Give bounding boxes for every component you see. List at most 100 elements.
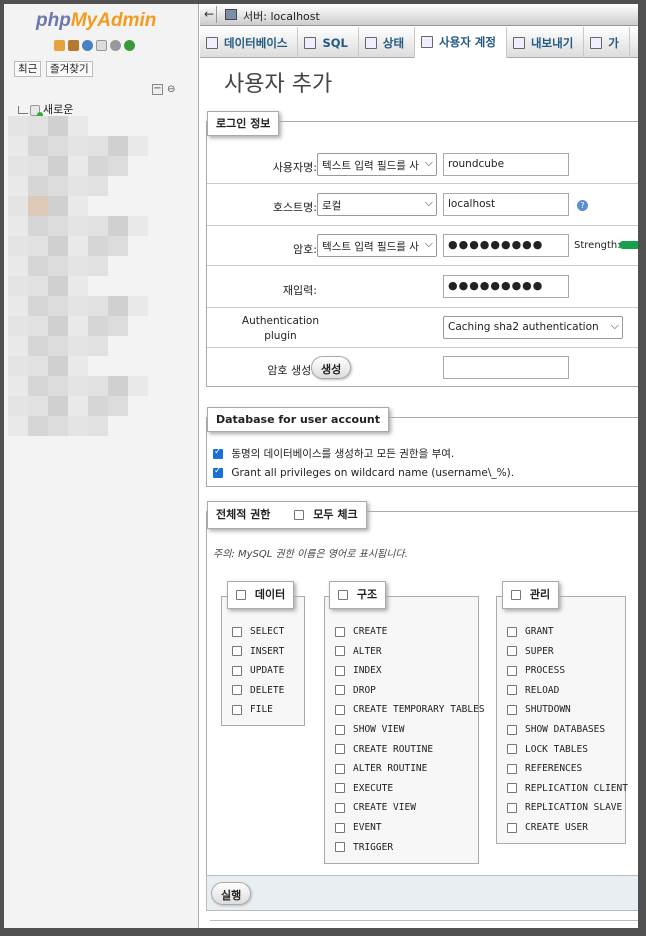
- privilege-option[interactable]: EVENT: [335, 822, 382, 833]
- home-icon[interactable]: [54, 40, 65, 51]
- privilege-option[interactable]: SELECT: [232, 626, 284, 637]
- privilege-option[interactable]: INDEX: [335, 665, 382, 676]
- docs-icon[interactable]: [96, 40, 107, 51]
- privilege-checkbox[interactable]: [507, 744, 517, 755]
- privilege-option[interactable]: SHUTDOWN: [507, 704, 571, 715]
- privilege-checkbox[interactable]: [232, 626, 242, 637]
- wildcard-grant-option[interactable]: Grant all privileges on wildcard name (u…: [213, 466, 514, 479]
- blur-tile: [108, 236, 128, 256]
- privilege-option[interactable]: RELOAD: [507, 685, 559, 696]
- privilege-checkbox[interactable]: [507, 763, 517, 774]
- privilege-checkbox[interactable]: [335, 783, 345, 794]
- privilege-checkbox[interactable]: [507, 724, 517, 735]
- privilege-checkbox[interactable]: [335, 744, 345, 755]
- privilege-checkbox[interactable]: [335, 822, 345, 833]
- generated-password-input[interactable]: [443, 356, 569, 379]
- privilege-option[interactable]: CREATE VIEW: [335, 802, 416, 813]
- execute-button[interactable]: 실행: [211, 882, 252, 905]
- collapse-all-icon[interactable]: −: [152, 84, 163, 95]
- privilege-option[interactable]: TRIGGER: [335, 842, 393, 853]
- username-input[interactable]: roundcube: [443, 153, 569, 176]
- host-input[interactable]: localhost: [443, 193, 569, 216]
- create-db-checkbox[interactable]: [213, 447, 223, 459]
- privilege-option[interactable]: DROP: [335, 685, 376, 696]
- password-type-select[interactable]: 텍스트 입력 필드를 사: [317, 234, 437, 257]
- privilege-option[interactable]: REPLICATION SLAVE: [507, 802, 622, 813]
- username-type-select[interactable]: 텍스트 입력 필드를 사: [317, 153, 437, 176]
- privilege-checkbox[interactable]: [232, 685, 242, 696]
- privilege-option[interactable]: CREATE USER: [507, 822, 588, 833]
- privilege-checkbox[interactable]: [232, 665, 242, 676]
- privilege-option[interactable]: CREATE TEMPORARY TABLES: [335, 704, 485, 715]
- reload-icon[interactable]: [124, 40, 135, 51]
- privilege-option[interactable]: GRANT: [507, 626, 554, 637]
- privilege-option[interactable]: FILE: [232, 704, 273, 715]
- reenter-password-input[interactable]: ●●●●●●●●●: [443, 275, 569, 298]
- privilege-checkbox[interactable]: [335, 685, 345, 696]
- auth-plugin-select[interactable]: Caching sha2 authentication: [443, 316, 623, 339]
- structure-group-checkbox[interactable]: [338, 590, 348, 600]
- privilege-option[interactable]: EXECUTE: [335, 783, 393, 794]
- privilege-option[interactable]: PROCESS: [507, 665, 565, 676]
- privilege-checkbox[interactable]: [507, 685, 517, 696]
- privilege-checkbox[interactable]: [507, 626, 517, 637]
- privilege-option[interactable]: INSERT: [232, 646, 284, 657]
- server-link[interactable]: 서버: localhost: [243, 8, 320, 24]
- tab-user-accounts[interactable]: 사용자 계정: [415, 27, 507, 58]
- recent-button[interactable]: 최근: [14, 61, 42, 77]
- new-database-item[interactable]: 새로운: [18, 101, 73, 118]
- tab-import[interactable]: 가: [584, 27, 630, 58]
- tab-status[interactable]: 상태: [359, 27, 416, 58]
- help-icon[interactable]: ?: [577, 200, 588, 211]
- privilege-checkbox[interactable]: [507, 646, 517, 657]
- favorites-button[interactable]: 즐겨찾기: [46, 61, 93, 77]
- global-privileges-fieldset: 전체적 권한 모두 체크 주의: MySQL 권한 이름은 영어로 표시됩니다.…: [206, 501, 638, 875]
- privilege-checkbox[interactable]: [335, 802, 345, 813]
- phpmyadmin-logo[interactable]: phpMyAdmin: [36, 10, 156, 32]
- link-icon[interactable]: ⊖: [167, 84, 175, 95]
- help-icon[interactable]: [82, 40, 93, 51]
- privilege-option[interactable]: ALTER ROUTINE: [335, 763, 427, 774]
- check-all-checkbox[interactable]: [294, 510, 305, 520]
- privilege-option[interactable]: LOCK TABLES: [507, 744, 588, 755]
- password-input[interactable]: ●●●●●●●●●: [443, 234, 569, 257]
- privilege-checkbox[interactable]: [507, 802, 517, 813]
- admin-group-checkbox[interactable]: [511, 590, 521, 600]
- back-arrow-icon[interactable]: ←: [204, 7, 214, 21]
- privilege-checkbox[interactable]: [232, 646, 242, 657]
- privilege-checkbox[interactable]: [232, 704, 242, 715]
- logout-icon[interactable]: [68, 40, 79, 51]
- privilege-option[interactable]: SUPER: [507, 646, 554, 657]
- tab-databases[interactable]: 데이터베이스: [200, 27, 299, 58]
- data-group-checkbox[interactable]: [236, 590, 246, 600]
- host-type-select[interactable]: 로컬: [317, 193, 437, 216]
- privilege-option[interactable]: CREATE ROUTINE: [335, 744, 433, 755]
- tab-sql[interactable]: SQL: [298, 27, 359, 58]
- privilege-checkbox[interactable]: [507, 783, 517, 794]
- privilege-checkbox[interactable]: [507, 704, 517, 715]
- privilege-option[interactable]: REPLICATION CLIENT: [507, 783, 628, 794]
- generate-password-button[interactable]: 생성: [311, 356, 352, 379]
- privilege-checkbox[interactable]: [335, 763, 345, 774]
- wildcard-grant-checkbox[interactable]: [213, 466, 223, 478]
- privilege-option[interactable]: SHOW DATABASES: [507, 724, 605, 735]
- privilege-checkbox[interactable]: [507, 822, 517, 833]
- check-all-option[interactable]: 모두 체크: [294, 508, 358, 521]
- privilege-checkbox[interactable]: [335, 646, 345, 657]
- privilege-checkbox[interactable]: [335, 665, 345, 676]
- privilege-option[interactable]: SHOW VIEW: [335, 724, 404, 735]
- tab-export[interactable]: 내보내기: [507, 27, 585, 58]
- create-db-option[interactable]: 동명의 데이터베이스를 생성하고 모든 권한을 부여.: [213, 446, 454, 461]
- privilege-option[interactable]: REFERENCES: [507, 763, 582, 774]
- privilege-checkbox[interactable]: [335, 626, 345, 637]
- privilege-checkbox[interactable]: [335, 724, 345, 735]
- privilege-option[interactable]: CREATE: [335, 626, 387, 637]
- privilege-option[interactable]: ALTER: [335, 646, 382, 657]
- privilege-checkbox[interactable]: [335, 704, 345, 715]
- privilege-option[interactable]: UPDATE: [232, 665, 284, 676]
- privilege-option[interactable]: DELETE: [232, 685, 284, 696]
- privilege-checkbox[interactable]: [507, 665, 517, 676]
- privilege-checkbox[interactable]: [335, 842, 345, 853]
- blur-tile: [48, 156, 68, 176]
- gear-icon[interactable]: [110, 40, 121, 51]
